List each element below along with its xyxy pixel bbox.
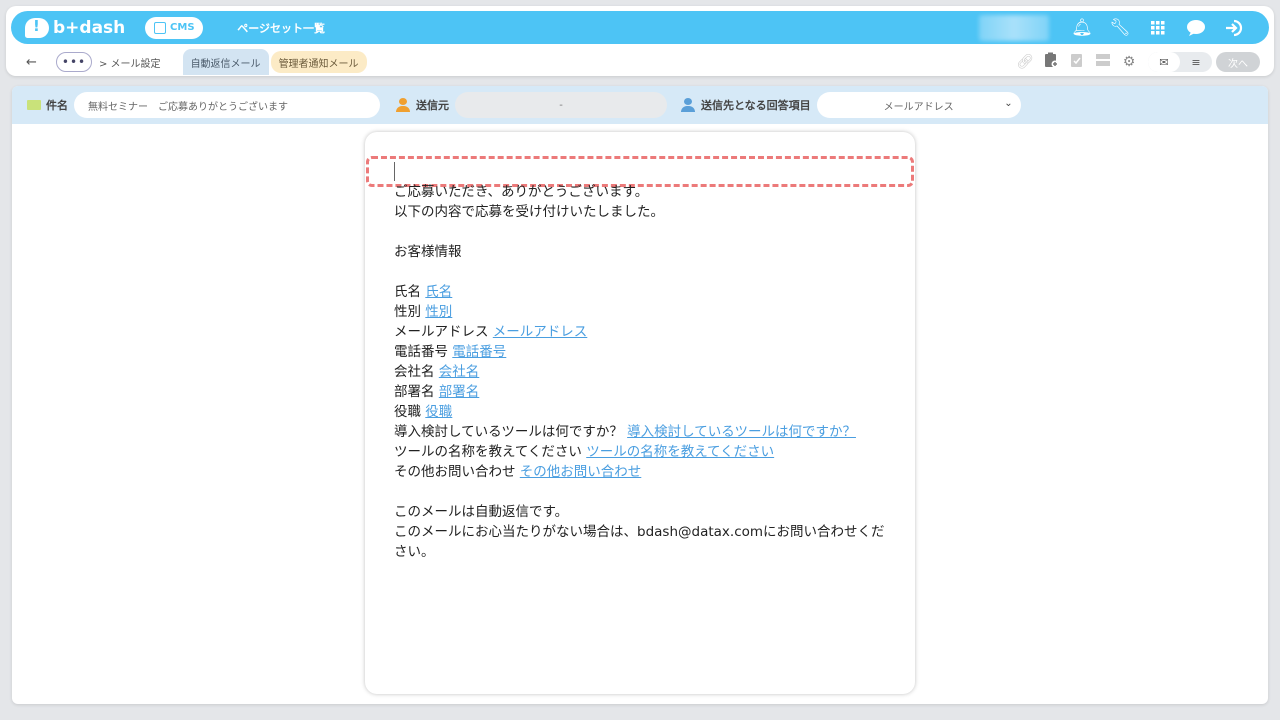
recipient-label-group: 送信先となる回答項目	[681, 97, 811, 113]
email-body-editor[interactable]: ご応募いただき、ありがとうございます。 以下の内容で応募を受け付けいたしました。…	[365, 132, 915, 694]
mail-settings-panel: 件名 無料セミナー ご応募ありがとうございます 送信元 - 送信先となる回答項目…	[12, 86, 1268, 704]
text-view-icon[interactable]: ≡	[1180, 52, 1212, 72]
cms-button[interactable]: CMS	[145, 16, 204, 39]
merge-tag-link[interactable]: ツールの名称を教えてください	[586, 444, 774, 460]
layout-icon[interactable]	[1090, 54, 1116, 70]
envelope-icon	[27, 100, 41, 110]
merge-tag-link[interactable]: 電話番号	[452, 344, 506, 360]
field-row: メールアドレス メールアドレス	[394, 324, 588, 340]
chevron-down-icon: ⌄	[1004, 98, 1013, 109]
recipient-label: 送信先となる回答項目	[701, 99, 811, 112]
sender-label-group: 送信元	[396, 97, 449, 113]
logo-text: b+dash	[53, 17, 126, 38]
tab-auto-reply[interactable]: 自動返信メール	[182, 49, 269, 75]
app-bar: b+dash CMS ページセット一覧 🔔︎ 🔧︎	[11, 11, 1269, 44]
recipient-person-icon	[681, 98, 695, 112]
merge-tag-link[interactable]: 部署名	[439, 384, 480, 400]
subject-label-group: 件名	[27, 97, 68, 113]
field-row: その他お問い合わせ その他お問い合わせ	[394, 464, 642, 480]
sender-person-icon	[396, 98, 410, 112]
text-cursor	[394, 162, 395, 181]
field-row: 役職 役職	[394, 404, 453, 420]
back-arrow-icon[interactable]: ←	[26, 55, 46, 70]
logo[interactable]: b+dash	[25, 17, 126, 38]
clipboard-check-icon[interactable]	[1064, 52, 1090, 72]
merge-tag-link[interactable]: 導入検討しているツールは何ですか？	[627, 424, 856, 440]
field-row: 電話番号 電話番号	[394, 344, 507, 360]
logo-icon	[25, 17, 49, 38]
merge-tag-link[interactable]: 役職	[425, 404, 452, 420]
more-breadcrumb-button[interactable]: •••	[56, 52, 92, 72]
top-header: b+dash CMS ページセット一覧 🔔︎ 🔧︎ ← ••• > メール設定 …	[6, 6, 1274, 76]
clipboard-add-icon[interactable]	[1038, 52, 1064, 72]
field-row: 部署名 部署名	[394, 384, 480, 400]
tab-admin-notification[interactable]: 管理者通知メール	[270, 51, 367, 73]
view-toggle: ✉︎ ≡	[1148, 52, 1212, 72]
subject-label: 件名	[46, 99, 68, 112]
field-row: 導入検討しているツールは何ですか？ 導入検討しているツールは何ですか？	[394, 424, 856, 440]
footer-line: さい。	[394, 544, 435, 560]
logout-icon[interactable]	[1215, 11, 1253, 44]
help-icon[interactable]	[1177, 11, 1215, 44]
intro-line: 以下の内容で応募を受け付けいたしました。	[394, 204, 664, 220]
merge-tag-link[interactable]: その他お問い合わせ	[520, 464, 642, 480]
settings-bar: 件名 無料セミナー ご応募ありがとうございます 送信元 - 送信先となる回答項目…	[12, 86, 1268, 124]
merge-tag-link[interactable]: メールアドレス	[493, 324, 588, 340]
subject-input[interactable]: 無料セミナー ご応募ありがとうございます	[74, 92, 380, 118]
field-row: 氏名 氏名	[394, 284, 453, 300]
edit-icon	[154, 21, 167, 34]
sub-nav: ← ••• > メール設定 自動返信メール 管理者通知メール 🔗︎ ⚙︎ ✉︎ …	[6, 48, 1274, 76]
sender-field: -	[455, 92, 667, 118]
link-icon[interactable]: 🔗︎	[1012, 54, 1038, 70]
grid-icon[interactable]	[1139, 11, 1177, 44]
mail-view-icon[interactable]: ✉︎	[1148, 52, 1180, 72]
recipient-select[interactable]: メールアドレス ⌄	[816, 92, 1021, 118]
bell-icon[interactable]: 🔔︎	[1063, 11, 1101, 44]
field-row: 性別 性別	[394, 304, 453, 320]
recipient-select-value: メールアドレス	[883, 101, 954, 113]
field-row: 会社名 会社名	[394, 364, 480, 380]
field-row: ツールの名称を教えてください ツールの名称を教えてください	[394, 444, 775, 460]
cms-label: CMS	[170, 22, 195, 33]
page-title[interactable]: ページセット一覧	[237, 20, 325, 36]
gear-icon[interactable]: ⚙︎	[1116, 54, 1142, 70]
merge-tag-link[interactable]: 氏名	[425, 284, 452, 300]
section-title: お客様情報	[394, 244, 462, 260]
merge-tag-link[interactable]: 性別	[425, 304, 452, 320]
footer-line: このメールにお心当たりがない場合は、bdash@datax.comにお問い合わせ…	[394, 524, 885, 540]
wrench-icon[interactable]: 🔧︎	[1101, 11, 1139, 44]
footer-line: このメールは自動返信です。	[394, 504, 569, 520]
next-button[interactable]: 次へ	[1216, 52, 1260, 72]
sender-label: 送信元	[416, 99, 449, 112]
breadcrumb[interactable]: > メール設定	[99, 55, 161, 70]
greeting-line: ご応募いただき、ありがとうございます。	[394, 184, 649, 200]
merge-tag-link[interactable]: 会社名	[439, 364, 480, 380]
email-body[interactable]: ご応募いただき、ありがとうございます。 以下の内容で応募を受け付けいたしました。…	[394, 182, 894, 562]
user-name-blurred	[979, 14, 1049, 41]
